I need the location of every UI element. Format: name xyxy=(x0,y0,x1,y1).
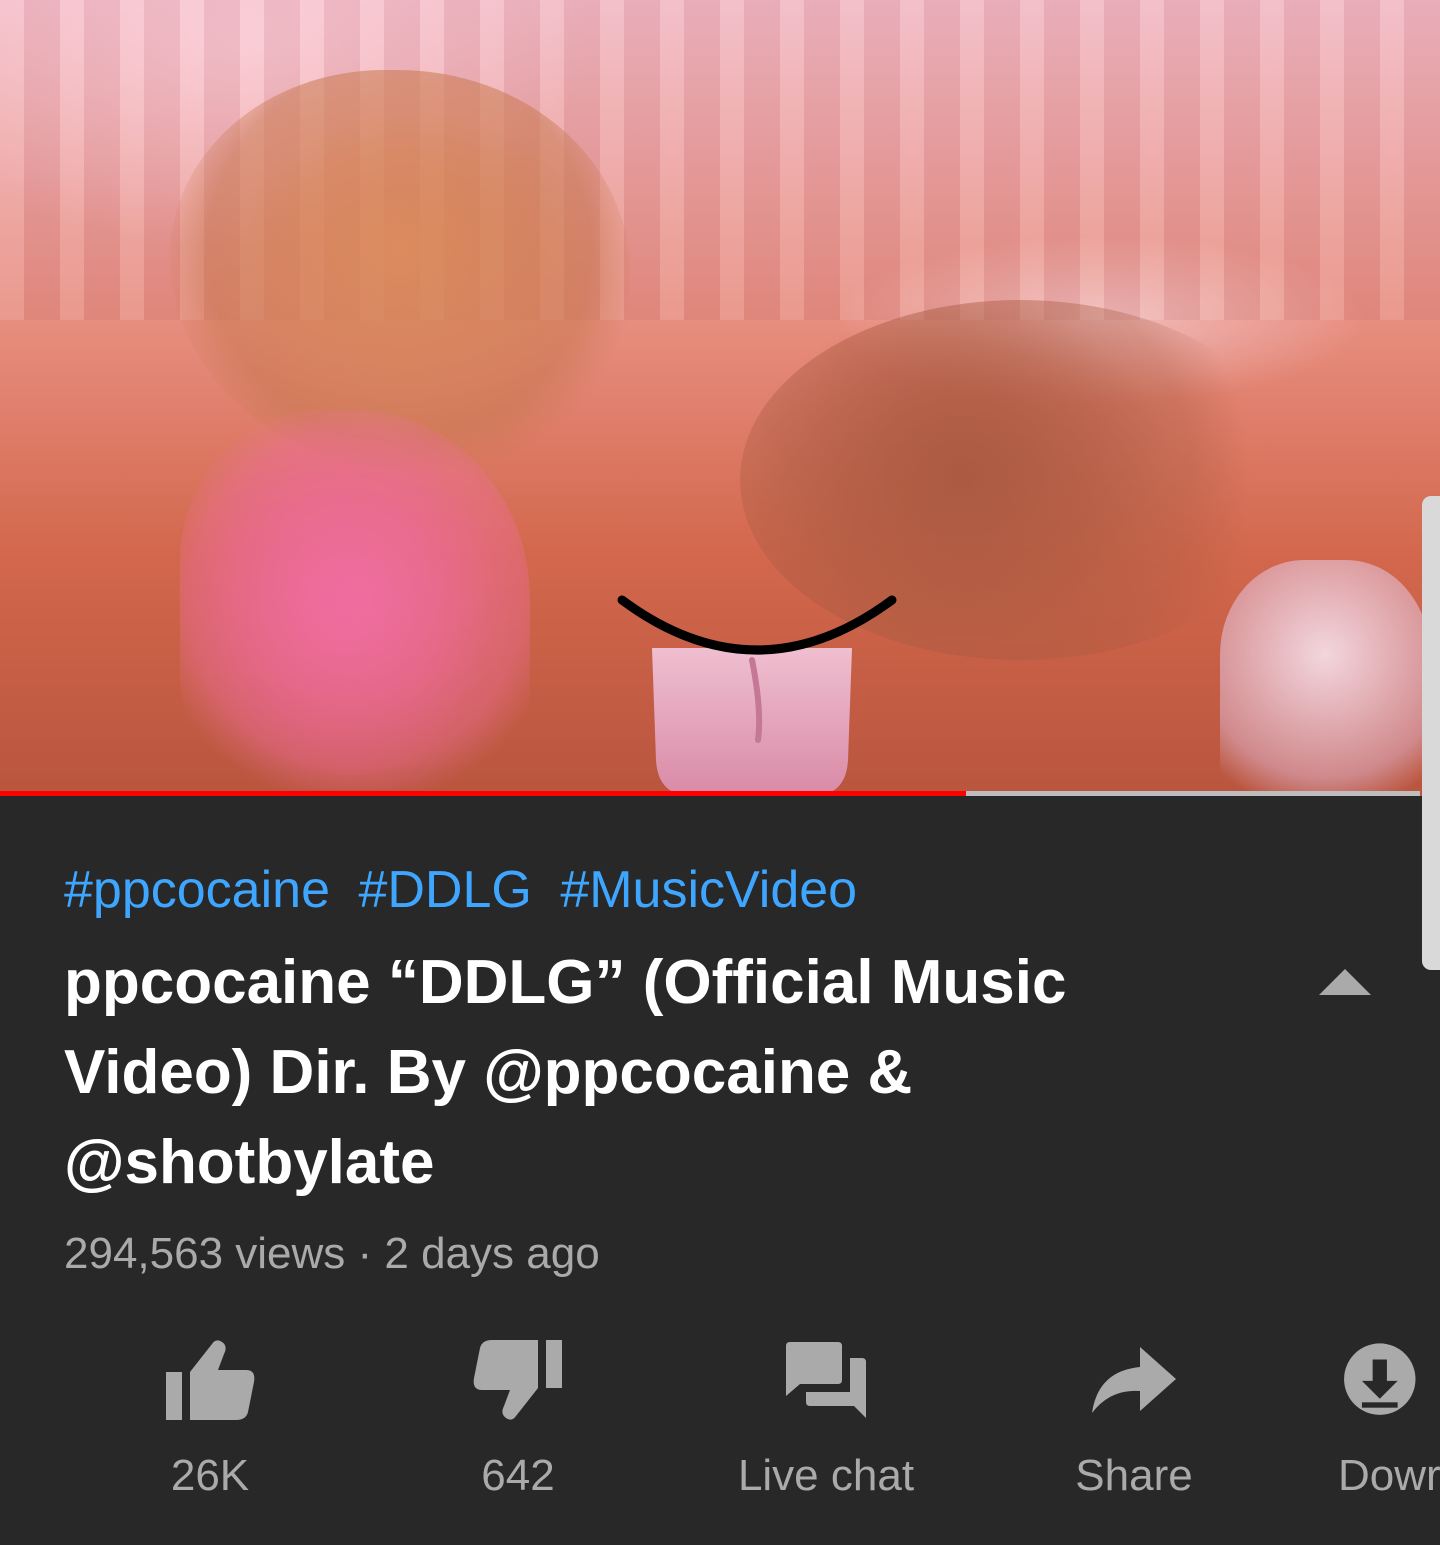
live-chat-label: Live chat xyxy=(737,1451,915,1500)
download-icon xyxy=(1328,1330,1428,1430)
dislike-button[interactable]: 642 xyxy=(388,1330,648,1520)
video-frame-region xyxy=(1220,560,1430,796)
mouth-tongue-emoji xyxy=(617,595,897,796)
thumbs-down-icon xyxy=(468,1330,568,1430)
video-progress-played xyxy=(0,791,966,796)
share-label: Share xyxy=(1075,1451,1193,1500)
hashtag-link[interactable]: #DDLG xyxy=(358,861,531,919)
collapse-description-icon[interactable] xyxy=(1310,960,1380,1004)
download-button[interactable]: Dowr xyxy=(1230,1330,1440,1520)
scrollbar-handle[interactable] xyxy=(1422,496,1440,970)
share-button[interactable]: Share xyxy=(1004,1330,1264,1520)
share-arrow-icon xyxy=(1084,1330,1184,1430)
upload-age: 2 days ago xyxy=(384,1229,600,1278)
hashtag-link[interactable]: #MusicVideo xyxy=(560,861,857,919)
video-player[interactable] xyxy=(0,0,1440,796)
hashtag-link[interactable]: #ppcocaine xyxy=(64,861,330,919)
meta-separator: · xyxy=(357,1229,373,1278)
like-button[interactable]: 26K xyxy=(80,1330,340,1520)
thumbs-up-icon xyxy=(160,1330,260,1430)
chat-bubbles-icon xyxy=(776,1330,876,1430)
watch-page: #ppcocaine #DDLG #MusicVideo ppcocaine “… xyxy=(0,0,1440,1545)
video-progress-bar[interactable] xyxy=(0,791,1420,796)
video-frame-region xyxy=(170,70,630,470)
live-chat-button[interactable]: Live chat xyxy=(696,1330,956,1520)
video-metadata: 294,563 views · 2 days ago xyxy=(64,1226,600,1282)
dislike-count: 642 xyxy=(481,1451,555,1500)
video-title[interactable]: ppcocaine “DDLG” (Official Music Video) … xyxy=(64,938,1144,1208)
download-label: Dowr xyxy=(1338,1451,1440,1500)
view-count: 294,563 views xyxy=(64,1229,346,1278)
hashtag-row: #ppcocaine #DDLG #MusicVideo xyxy=(64,858,857,922)
like-count: 26K xyxy=(170,1451,250,1500)
video-frame-region xyxy=(180,410,530,790)
